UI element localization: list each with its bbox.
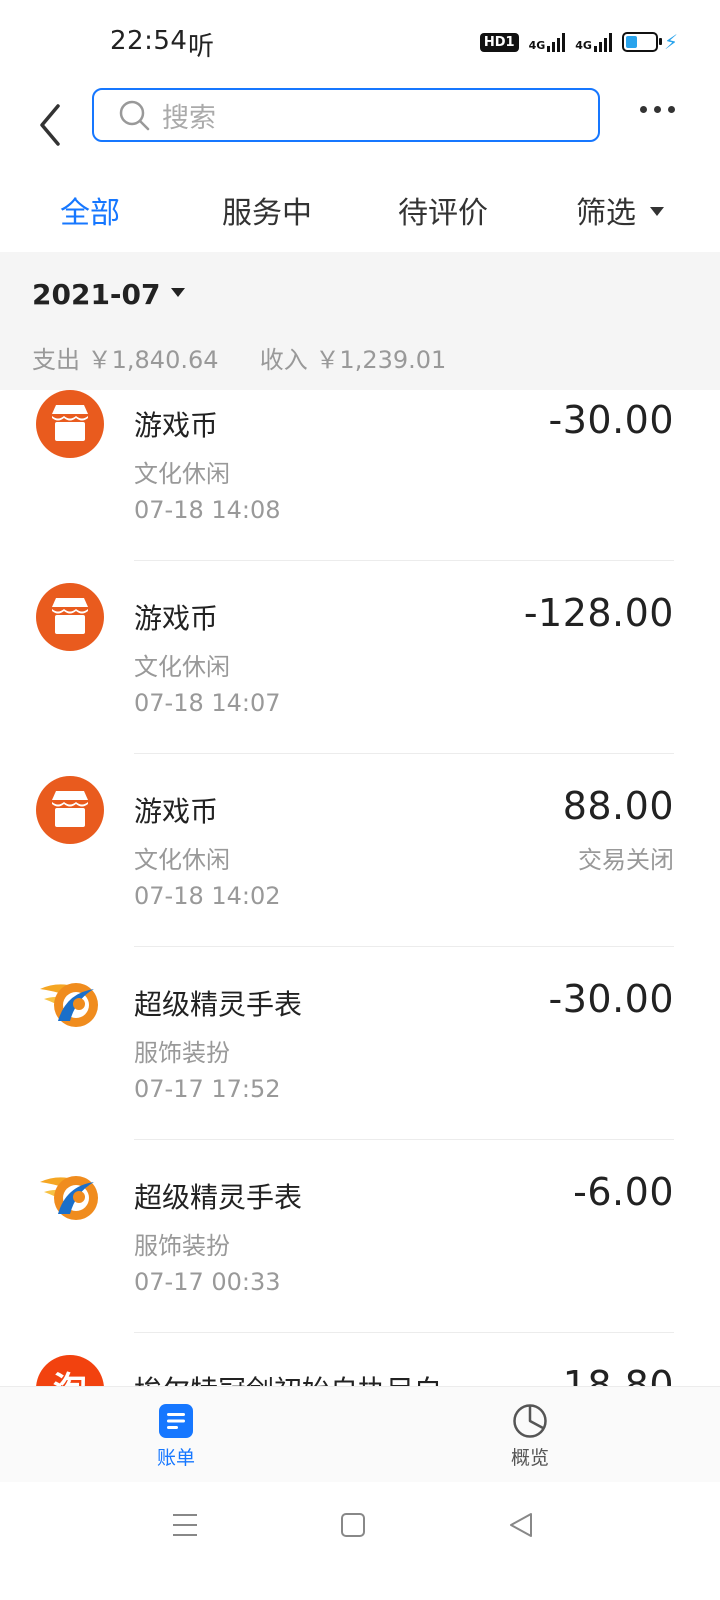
filter-tabs: 全部 服务中 待评价 筛选: [0, 178, 720, 242]
transaction-title: 超级精灵手表: [134, 988, 303, 1021]
divider: [134, 753, 674, 754]
tab-in-service[interactable]: 服务中: [222, 188, 312, 232]
bottom-tab-bar: 账单 概览: [0, 1386, 720, 1483]
tab-all[interactable]: 全部: [60, 188, 120, 232]
nav-overview-label: 概览: [510, 1447, 549, 1469]
nav-bill-label: 账单: [156, 1447, 195, 1469]
system-nav-bar: [0, 1482, 720, 1600]
battery-icon: [621, 32, 662, 52]
more-options-icon[interactable]: [640, 106, 675, 113]
search-placeholder: 搜索: [162, 102, 216, 134]
tab-pending-review[interactable]: 待评价: [398, 188, 488, 232]
divider: [134, 1332, 674, 1333]
taobao-icon: 淘: [36, 1355, 104, 1386]
svg-text:淘: 淘: [53, 1370, 87, 1386]
signal-icon-2: 4G: [575, 32, 612, 52]
back-arrow-icon[interactable]: [38, 100, 78, 150]
transaction-title: 游戏币: [134, 602, 219, 635]
divider: [134, 946, 674, 947]
transaction-category: 服饰装扮: [134, 1232, 230, 1260]
swirl-logo-icon: [40, 983, 98, 1027]
nav-bill[interactable]: 账单: [131, 1403, 221, 1470]
transaction-amount: -30.00: [548, 977, 674, 1021]
caret-down-icon: [170, 287, 185, 297]
transaction-time: 07-18 14:08: [134, 496, 281, 524]
transaction-amount: 18.80: [562, 1363, 674, 1386]
transaction-category: 文化休闲: [134, 653, 230, 681]
status-bar: 22:54 听 HD1 4G 4G ⚡: [0, 0, 720, 88]
transaction-row[interactable]: 游戏币 文化休闲 07-18 14:08 -30.00: [0, 390, 720, 583]
pie-chart-icon: [513, 1404, 547, 1438]
signal-icon-1: 4G: [529, 32, 566, 52]
transaction-amount: -6.00: [573, 1170, 674, 1214]
menu-icon[interactable]: [172, 1512, 198, 1538]
transaction-category: 文化休闲: [134, 846, 230, 874]
expense-value: ￥1,840.64: [87, 346, 219, 374]
status-icons: HD1 4G 4G ⚡: [479, 30, 678, 54]
transaction-category: 文化休闲: [134, 460, 230, 488]
transaction-time: 07-17 17:52: [134, 1075, 281, 1103]
transaction-row[interactable]: 游戏币 文化休闲 07-18 14:07 -128.00: [0, 583, 720, 776]
transaction-time: 07-17 00:33: [134, 1268, 281, 1296]
transaction-list[interactable]: 游戏币 文化休闲 07-18 14:08 -30.00 游戏币 文化休闲 07-…: [0, 390, 720, 1386]
store-icon: [36, 390, 104, 458]
caret-down-icon: [650, 207, 664, 216]
search-input[interactable]: 搜索: [92, 88, 600, 142]
month-picker[interactable]: 2021-07: [32, 278, 185, 311]
home-icon[interactable]: [340, 1512, 366, 1538]
back-icon[interactable]: [508, 1512, 534, 1538]
header: 搜索: [0, 88, 720, 160]
listen-indicator: 听: [188, 32, 215, 62]
store-icon: [36, 776, 104, 844]
income-value: ￥1,239.01: [315, 346, 447, 374]
transaction-row[interactable]: 游戏币 文化休闲 07-18 14:02 88.00 交易关闭: [0, 776, 720, 969]
transaction-amount: -30.00: [548, 398, 674, 442]
month-summary-section: 2021-07 支出 ￥1,840.64 收入 ￥1,239.01: [0, 252, 720, 390]
transaction-title: 游戏币: [134, 409, 219, 442]
bill-icon: [159, 1404, 193, 1438]
swirl-logo-icon: [40, 1176, 98, 1220]
income-label: 收入: [259, 346, 308, 374]
charging-bolt-icon: ⚡: [663, 30, 678, 54]
month-totals: 支出 ￥1,840.64 收入 ￥1,239.01: [32, 340, 446, 375]
transaction-title: 游戏币: [134, 795, 219, 828]
transaction-title: 埃尔特冠剑初始自执目白: [134, 1369, 442, 1386]
search-icon: [119, 100, 150, 131]
expense-label: 支出: [32, 346, 80, 374]
transaction-status: 交易关闭: [578, 846, 674, 874]
hd-badge: HD1: [479, 32, 519, 52]
transaction-time: 07-18 14:07: [134, 689, 281, 717]
status-time: 22:54: [110, 26, 188, 56]
divider: [134, 1139, 674, 1140]
transaction-amount: -128.00: [523, 591, 674, 635]
transaction-row[interactable]: 超级精灵手表 服饰装扮 07-17 17:52 -30.00: [0, 969, 720, 1162]
tab-filter[interactable]: 筛选: [576, 188, 664, 232]
transaction-amount: 88.00: [562, 784, 674, 828]
transaction-title: 超级精灵手表: [134, 1181, 303, 1214]
transaction-category: 服饰装扮: [134, 1039, 230, 1067]
transaction-time: 07-18 14:02: [134, 882, 281, 910]
nav-overview[interactable]: 概览: [485, 1403, 575, 1470]
divider: [134, 560, 674, 561]
transaction-row[interactable]: 超级精灵手表 服饰装扮 07-17 00:33 -6.00: [0, 1162, 720, 1355]
transaction-row[interactable]: 淘 埃尔特冠剑初始自执目白 18.80: [0, 1355, 720, 1386]
store-icon: [36, 583, 104, 651]
